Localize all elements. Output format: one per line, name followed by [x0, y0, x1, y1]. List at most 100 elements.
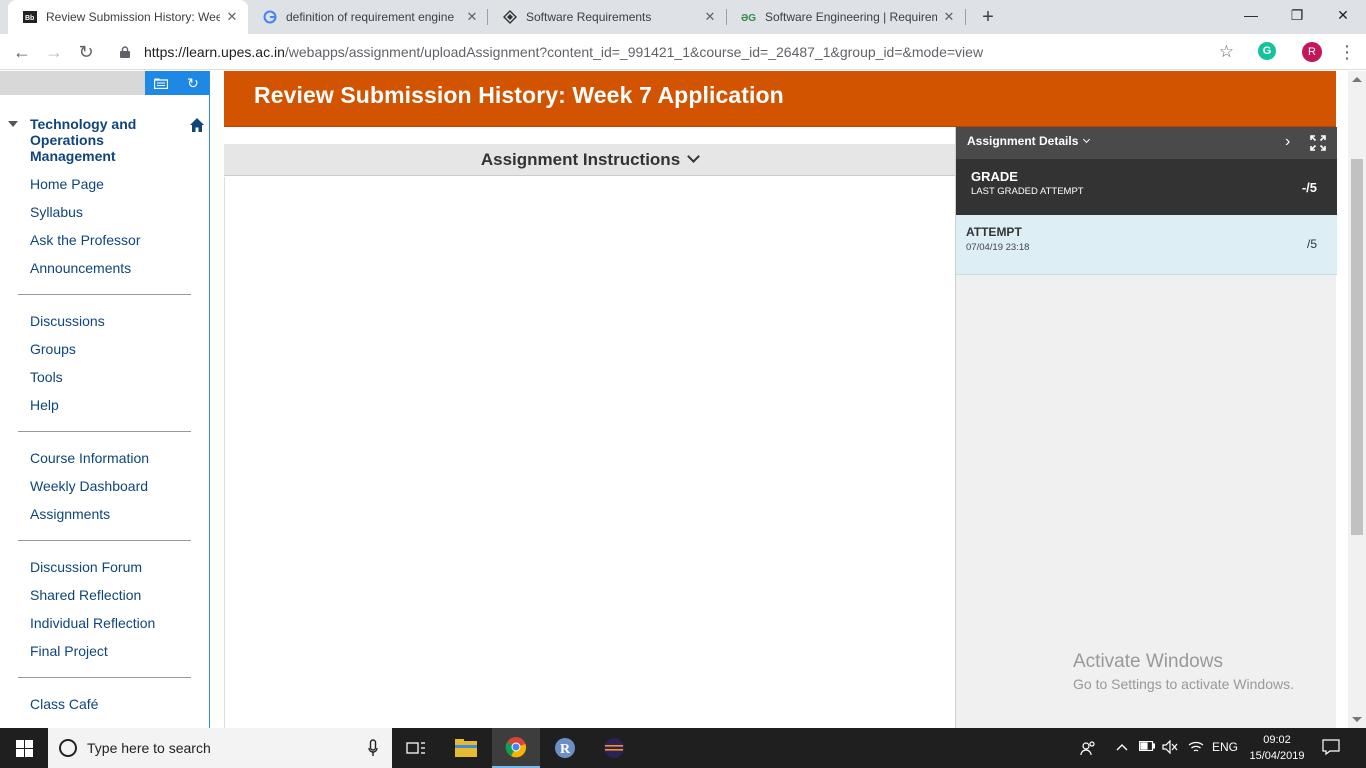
menu-item-groups[interactable]: Groups — [30, 341, 76, 357]
back-icon[interactable]: ← — [10, 40, 34, 64]
show-hidden-icons-chevron[interactable] — [1116, 740, 1128, 754]
menu-item-discussions[interactable]: Discussions — [30, 313, 105, 329]
attempt-grade: /5 — [1306, 237, 1317, 251]
bookmark-star-icon[interactable]: ☆ — [1219, 42, 1234, 62]
clock-date: 15/04/2019 — [1249, 750, 1305, 762]
tab-requirement-definition[interactable]: definition of requirement engine ✕ — [248, 0, 488, 34]
menu-item-class-cafe[interactable]: Class Café — [30, 696, 98, 712]
watermark-title: Activate Windows — [1073, 651, 1223, 672]
scroll-thumb[interactable] — [1351, 159, 1363, 535]
menu-item-shared-reflection[interactable]: Shared Reflection — [30, 587, 141, 603]
system-clock[interactable]: 09:02 15/04/2019 — [1246, 732, 1308, 764]
course-title[interactable]: Technology and Operations Management — [30, 116, 170, 164]
menu-item-announcements[interactable]: Announcements — [30, 260, 131, 276]
menu-item-syllabus[interactable]: Syllabus — [30, 204, 83, 220]
microphone-icon[interactable] — [368, 739, 378, 757]
windows-taskbar: Type here to search R ENG 09:02 15/04/20… — [0, 728, 1366, 768]
tab-review-submission[interactable]: Bb Review Submission History: Week ✕ — [8, 0, 248, 34]
menu-item-discussion-forum[interactable]: Discussion Forum — [30, 559, 142, 575]
menu-item-home-page[interactable]: Home Page — [30, 176, 104, 192]
assignment-details-panel: Assignment Details › GRADE LAST GRADED A… — [955, 127, 1337, 728]
instructions-label: Assignment Instructions — [480, 150, 681, 169]
activate-windows-watermark: Activate Windows Go to Settings to activ… — [1073, 651, 1294, 692]
windows-start-icon[interactable] — [0, 728, 48, 768]
attempt-row[interactable]: ATTEMPT 07/04/19 23:18 /5 — [956, 215, 1337, 275]
profile-avatar[interactable]: R — [1302, 42, 1322, 62]
attempt-date: 07/04/19 23:18 — [966, 242, 1030, 253]
home-icon[interactable] — [189, 117, 205, 133]
menu-divider — [18, 431, 191, 432]
chevron-right-icon[interactable]: › — [1285, 133, 1290, 151]
close-tab-icon[interactable]: ✕ — [702, 9, 718, 25]
lock-icon — [118, 45, 132, 59]
task-view-icon[interactable] — [392, 728, 440, 768]
menu-item-assignments[interactable]: Assignments — [30, 506, 110, 522]
svg-text:ƏG: ƏG — [741, 13, 756, 22]
chrome-icon[interactable] — [492, 728, 540, 768]
restore-button[interactable]: ❐ — [1274, 0, 1320, 30]
r-language-icon[interactable]: R — [541, 728, 589, 768]
battery-icon[interactable] — [1138, 740, 1156, 754]
tab-separator — [965, 9, 966, 25]
folder-view-icon[interactable] — [145, 71, 177, 95]
menu-item-help[interactable]: Help — [30, 397, 59, 413]
assignment-details-header: Assignment Details › — [956, 127, 1337, 159]
cortana-icon — [59, 739, 77, 757]
menu-item-final-project[interactable]: Final Project — [30, 643, 108, 659]
grade-subtitle: LAST GRADED ATTEMPT — [971, 186, 1084, 197]
file-explorer-icon[interactable] — [442, 728, 490, 768]
chevron-down-icon — [687, 150, 701, 163]
grade-title: GRADE — [971, 169, 1018, 184]
taskbar-search-input[interactable]: Type here to search — [48, 728, 392, 768]
assignment-details-label: Assignment Details — [967, 134, 1079, 148]
tab-title: Software Requirements — [526, 10, 652, 24]
volume-muted-icon[interactable] — [1162, 739, 1178, 757]
chevron-down-icon — [1083, 135, 1091, 144]
tab-software-requirements[interactable]: Software Requirements ✕ — [488, 0, 726, 34]
url-path: /webapps/assignment/uploadAssignment?con… — [284, 44, 984, 60]
wifi-icon[interactable] — [1188, 740, 1204, 757]
menu-item-ask-the-professor[interactable]: Ask the Professor — [30, 232, 141, 248]
url-field[interactable]: https://learn.upes.ac.in/webapps/assignm… — [108, 38, 1246, 66]
attempt-title: ATTEMPT — [966, 225, 1022, 239]
menu-item-tools[interactable]: Tools — [30, 369, 63, 385]
menu-item-course-information[interactable]: Course Information — [30, 450, 149, 466]
expand-icon[interactable] — [1310, 135, 1326, 151]
menu-item-individual-reflection[interactable]: Individual Reflection — [30, 615, 155, 631]
close-window-button[interactable]: ✕ — [1320, 0, 1366, 30]
people-icon[interactable] — [1080, 740, 1096, 759]
assignment-details-dropdown[interactable]: Assignment Details — [967, 134, 1091, 148]
menu-divider — [18, 677, 191, 678]
svg-text:Bb: Bb — [25, 15, 34, 22]
url-host: https://learn.upes.ac.in — [144, 44, 285, 60]
grammarly-extension-icon[interactable]: G — [1258, 42, 1276, 60]
clock-time: 09:02 — [1263, 734, 1291, 746]
refresh-icon[interactable]: ↻ — [177, 71, 209, 95]
menu-item-weekly-dashboard[interactable]: Weekly Dashboard — [30, 478, 148, 494]
tab-software-engineering[interactable]: ƏG Software Engineering | Requirem ✕ — [727, 0, 965, 34]
reload-icon[interactable]: ↻ — [74, 40, 98, 64]
language-indicator[interactable]: ENG — [1212, 740, 1238, 754]
close-tab-icon[interactable]: ✕ — [464, 9, 480, 25]
assignment-instructions-toggle[interactable]: Assignment Instructions — [224, 144, 955, 176]
page-title: Review Submission History: Week 7 Applic… — [254, 82, 784, 108]
scroll-down-arrow[interactable] — [1352, 717, 1362, 722]
tab-title: definition of requirement engine — [286, 10, 455, 24]
scroll-up-arrow[interactable] — [1352, 77, 1362, 82]
geeksforgeeks-icon: ƏG — [741, 9, 757, 25]
tab-title: Software Engineering | Requirem — [765, 10, 937, 24]
submission-content-area — [224, 177, 955, 728]
close-tab-icon[interactable]: ✕ — [224, 9, 240, 25]
page-scrollbar[interactable] — [1348, 71, 1366, 728]
forward-icon[interactable]: → — [42, 40, 66, 64]
new-tab-button[interactable]: + — [976, 4, 1000, 30]
menu-divider — [18, 540, 191, 541]
chrome-menu-icon[interactable]: ⋮ — [1338, 40, 1356, 64]
minimize-button[interactable]: — — [1228, 0, 1274, 30]
eclipse-icon[interactable] — [590, 728, 638, 768]
course-menu: ↻ Technology and Operations Management H… — [0, 71, 210, 728]
close-tab-icon[interactable]: ✕ — [941, 9, 957, 25]
action-center-icon[interactable] — [1322, 738, 1342, 758]
grade-value: -/5 — [1301, 180, 1317, 195]
collapse-caret-icon[interactable] — [8, 121, 18, 127]
